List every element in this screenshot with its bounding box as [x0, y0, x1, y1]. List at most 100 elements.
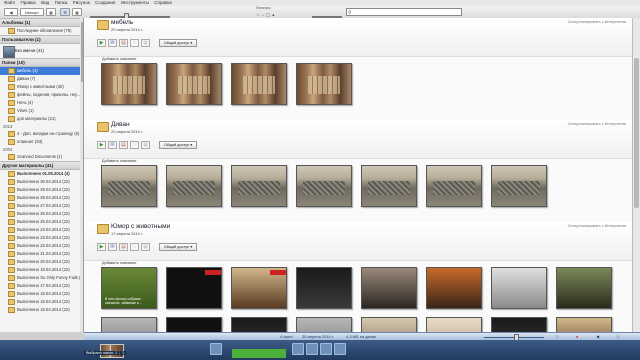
fit-icon[interactable]: □: [556, 334, 558, 339]
email-icon[interactable]: ✉: [108, 39, 117, 47]
sidebar-folder-item[interactable]: Выполнено 28.04.2014 (10): [0, 194, 83, 202]
photo-thumbnail[interactable]: [166, 317, 222, 332]
sidebar-folder-item[interactable]: Диван (7): [0, 75, 83, 83]
sidebar-scroll-thumb[interactable]: [80, 22, 83, 82]
sidebar-folder-item[interactable]: Выполнено 25.04.2014 (10): [0, 218, 83, 226]
sidebar-folder-item[interactable]: 4 - Доп. вкладки на страницу (5): [0, 130, 83, 138]
sidebar-folder-item[interactable]: доп материалы (21): [0, 115, 83, 123]
photo-thumbnail[interactable]: В этих фотках собраны смешные, забавные …: [101, 267, 157, 309]
sidebar-folder-item[interactable]: Выполнено 26.04.2014 (10): [0, 210, 83, 218]
photo-thumbnail[interactable]: [426, 267, 482, 309]
slideshow-icon[interactable]: ▶: [97, 141, 106, 149]
album-title[interactable]: Юмор с животными: [111, 223, 170, 230]
search-input[interactable]: [346, 8, 462, 16]
photo-thumbnail[interactable]: [426, 165, 482, 207]
photo-thumbnail[interactable]: [556, 317, 612, 332]
back-button[interactable]: ◀: [4, 8, 18, 16]
sidebar-folder-item[interactable]: Выполнено 18.04.2014 (10): [0, 266, 83, 274]
share-button[interactable]: Общий доступ ▾: [159, 243, 197, 251]
sidebar-item-recent[interactable]: Последние обновления (75): [0, 27, 83, 35]
sidebar-folder-item[interactable]: мебель (4): [0, 67, 83, 75]
sidebar-item-person[interactable]: Без имени (41): [0, 44, 83, 58]
photo-thumbnail[interactable]: [491, 165, 547, 207]
star-icon[interactable]: ☆: [130, 39, 139, 47]
photo-thumbnail[interactable]: [426, 317, 482, 332]
grid-view-icon[interactable]: ▦: [46, 8, 56, 16]
map-pin-icon[interactable]: ●: [576, 334, 578, 339]
add-description-link[interactable]: Добавить описание: [102, 159, 136, 163]
email-icon[interactable]: [306, 343, 318, 355]
photo-thumbnail[interactable]: [491, 317, 547, 332]
photo-thumbnail[interactable]: [101, 63, 157, 105]
sidebar-folder-item[interactable]: фейлы, падения, приколы, неу...: [0, 91, 83, 99]
photo-thumbnail[interactable]: [231, 317, 287, 332]
slideshow-icon[interactable]: ▶: [97, 39, 106, 47]
photo-thumbnail[interactable]: [231, 267, 287, 309]
photo-thumbnail[interactable]: [231, 63, 287, 105]
sidebar-folder-item[interactable]: Scanned Documents (1): [0, 153, 83, 161]
sidebar-scrollbar[interactable]: [80, 18, 83, 332]
share-button[interactable]: Общий доступ ▾: [159, 39, 197, 47]
sidebar-other-header[interactable]: Другие материалы (41): [0, 161, 83, 170]
print-icon[interactable]: ▤: [119, 141, 128, 149]
main-scroll-thumb[interactable]: [634, 58, 639, 208]
sidebar-folder-item[interactable]: Выполнено 20.04.2014 (10): [0, 258, 83, 266]
sync-link[interactable]: Синхронизировать с Интернетом: [568, 20, 626, 24]
star-icon[interactable]: ☆: [130, 141, 139, 149]
photo-thumbnail[interactable]: [296, 165, 352, 207]
sidebar-folder-item[interactable]: Ночь (4): [0, 99, 83, 107]
sidebar-folder-item[interactable]: Выполнено 01.05.2014 (4): [0, 170, 83, 178]
list-view-icon[interactable]: ☰: [60, 8, 70, 16]
photo-thumbnail[interactable]: [296, 63, 352, 105]
email-icon[interactable]: ✉: [108, 243, 117, 251]
sidebar-folder-item[interactable]: Юмор с животными (40): [0, 83, 83, 91]
photo-thumbnail[interactable]: [361, 317, 417, 332]
add-description-link[interactable]: Добавить описание: [102, 261, 136, 265]
detail-view-icon[interactable]: ▦: [72, 8, 82, 16]
album-title[interactable]: мебель: [111, 19, 133, 26]
sidebar-folder-item[interactable]: Выполнено 24.04.2014 (10): [0, 226, 83, 234]
photo-thumbnail[interactable]: [166, 267, 222, 309]
photo-thumbnail[interactable]: [231, 165, 287, 207]
sidebar-folder-item[interactable]: Выполнено 15.04.2014 (10): [0, 298, 83, 306]
print-icon[interactable]: [320, 343, 332, 355]
upload-icon[interactable]: [292, 343, 304, 355]
sidebar-folder-item[interactable]: планшет (93): [0, 138, 83, 146]
collage-icon[interactable]: ▦: [141, 39, 150, 47]
add-description-link[interactable]: Добавить описание: [102, 57, 136, 61]
email-icon[interactable]: ✉: [108, 141, 117, 149]
main-scrollbar[interactable]: [632, 18, 640, 332]
sidebar-folder-item[interactable]: Выполнено 22.04.2014 (10): [0, 242, 83, 250]
photo-thumbnail[interactable]: [361, 267, 417, 309]
photo-thumbnail[interactable]: [166, 63, 222, 105]
photo-thumbnail[interactable]: [491, 267, 547, 309]
sidebar-folder-item[interactable]: Выполнено 21.04.2014 (10): [0, 250, 83, 258]
sync-link[interactable]: Синхронизировать с Интернетом: [568, 122, 626, 126]
star-icon[interactable]: ☆: [130, 243, 139, 251]
share-button[interactable]: Общий доступ ▾: [159, 141, 197, 149]
sync-link[interactable]: Синхронизировать с Интернетом: [568, 224, 626, 228]
collage-icon[interactable]: [334, 343, 346, 355]
sidebar-folder-item[interactable]: Выполнено So Only Funny Fails (8): [0, 274, 83, 282]
import-button[interactable]: Импорт: [20, 8, 44, 16]
person-icon[interactable]: ☻: [596, 334, 600, 339]
sidebar-folder-item[interactable]: Выполнено 27.04.2014 (10): [0, 202, 83, 210]
album-title[interactable]: Диван: [111, 121, 130, 128]
sidebar-albums-header[interactable]: Альбомы (1): [0, 18, 83, 27]
photo-thumbnail[interactable]: [296, 267, 352, 309]
print-icon[interactable]: ▤: [119, 243, 128, 251]
photo-thumbnail[interactable]: [296, 317, 352, 332]
photo-thumbnail[interactable]: [361, 165, 417, 207]
photo-thumbnail[interactable]: [556, 267, 612, 309]
sidebar-folder-item[interactable]: Выполнено 15.04.2014 (10): [0, 306, 83, 314]
sidebar-folders-header[interactable]: Папки (10): [0, 58, 83, 67]
photo-thumbnail[interactable]: [101, 165, 157, 207]
sidebar-folder-item[interactable]: Vines (1): [0, 107, 83, 115]
sidebar-folder-item[interactable]: Выполнено 17.04.2014 (10): [0, 282, 83, 290]
sidebar-folder-item[interactable]: Выполнено 23.04.2014 (10): [0, 234, 83, 242]
collage-icon[interactable]: ▦: [141, 141, 150, 149]
sidebar-people-header[interactable]: Пользователи (1): [0, 35, 83, 44]
hold-icon[interactable]: [210, 343, 222, 355]
slideshow-icon[interactable]: ▶: [97, 243, 106, 251]
sidebar-folder-item[interactable]: Выполнено 29.04.2014 (10): [0, 186, 83, 194]
